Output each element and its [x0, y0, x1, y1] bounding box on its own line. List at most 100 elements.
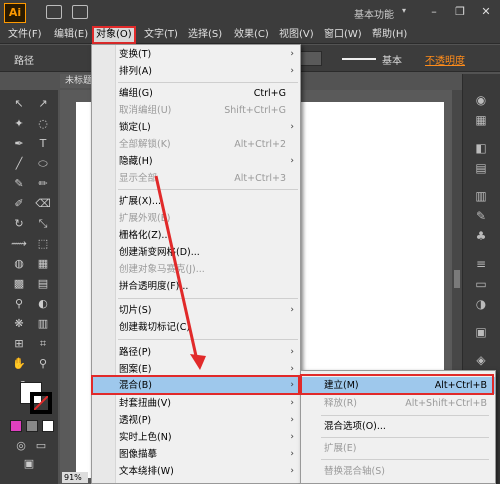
menu-item-rasterize[interactable]: 栅格化(Z)...	[92, 227, 300, 244]
menu-item-envelope-distort[interactable]: 封套扭曲(V) ›	[92, 395, 300, 412]
menu-view[interactable]: 视图(V)	[277, 26, 316, 44]
menu-item-flatten-transparency[interactable]: 拼合透明度(F)...	[92, 278, 300, 295]
rotate-tool-icon[interactable]: ↻	[10, 216, 28, 232]
zoom-level-field[interactable]: 91%	[62, 472, 88, 483]
stroke-swatch[interactable]	[30, 392, 52, 414]
draw-mode-icon[interactable]: ◎	[12, 438, 30, 454]
magic-wand-tool-icon[interactable]: ✦	[10, 116, 28, 132]
width-tool-icon[interactable]: ⟿	[10, 236, 28, 252]
menu-item-blend[interactable]: 混合(B) ›	[92, 377, 300, 394]
transparency-icon[interactable]: ◑	[471, 296, 491, 312]
color-guide-icon[interactable]: ▤	[471, 160, 491, 176]
symbols-icon[interactable]: ♣	[471, 228, 491, 244]
paintbrush-tool-icon[interactable]: ✎	[10, 176, 28, 192]
menu-item-blend-options[interactable]: 混合选项(O)...	[301, 418, 495, 435]
blob-brush-tool-icon[interactable]: ✐	[10, 196, 28, 212]
shape-builder-tool-icon[interactable]: ◍	[10, 256, 28, 272]
menu-item-slice[interactable]: 切片(S) ›	[92, 302, 300, 319]
menu-item-create-object-mosaic[interactable]: 创建对象马赛克(J)...	[92, 261, 300, 278]
opacity-link[interactable]: 不透明度	[425, 52, 465, 67]
slice-tool-icon[interactable]: ⌗	[34, 336, 52, 352]
lasso-tool-icon[interactable]: ◌	[34, 116, 52, 132]
eraser-tool-icon[interactable]: ⌫	[34, 196, 52, 212]
stroke-panel-icon[interactable]: ≡	[471, 256, 491, 272]
menu-item-create-trim-marks[interactable]: 创建裁切标记(C)	[92, 319, 300, 336]
menu-item-expand-appearance[interactable]: 扩展外观(E)	[92, 210, 300, 227]
line-tool-icon[interactable]: ╱	[10, 156, 28, 172]
blend-tool-icon[interactable]: ◐	[34, 296, 52, 312]
screen-mode-icon[interactable]: ▭	[32, 438, 50, 454]
change-screen-mode-icon[interactable]: ▣	[20, 456, 38, 472]
menu-item-create-gradient-mesh[interactable]: 创建渐变网格(D)...	[92, 244, 300, 261]
graphic-styles-icon[interactable]: ▦	[471, 112, 491, 128]
selection-tool-icon[interactable]: ↖	[10, 96, 28, 112]
scroll-thumb[interactable]	[454, 270, 460, 288]
menu-item-arrange[interactable]: 排列(A) ›	[92, 63, 300, 80]
direct-selection-tool-icon[interactable]: ↗	[34, 96, 52, 112]
ellipse-tool-icon[interactable]: ⬭	[34, 156, 52, 172]
bridge-icon[interactable]	[46, 5, 62, 19]
scale-tool-icon[interactable]: ⤡	[34, 216, 52, 232]
close-button[interactable]: ✕	[474, 3, 498, 21]
perspective-grid-tool-icon[interactable]: ▦	[34, 256, 52, 272]
menu-item-transform[interactable]: 变换(T) ›	[92, 46, 300, 63]
artboards-panel-icon[interactable]: ▣	[471, 324, 491, 340]
artboard-tool-icon[interactable]: ⊞	[10, 336, 28, 352]
gradient-mode-icon[interactable]	[26, 420, 38, 432]
mesh-tool-icon[interactable]: ▩	[10, 276, 28, 292]
menu-item-live-paint[interactable]: 实时上色(N) ›	[92, 429, 300, 446]
menu-select[interactable]: 选择(S)	[186, 26, 224, 44]
pen-tool-icon[interactable]: ✒	[10, 136, 28, 152]
arrange-documents-icon[interactable]	[72, 5, 88, 19]
menu-item-text-wrap[interactable]: 文本绕排(W) ›	[92, 463, 300, 480]
brushes-icon[interactable]: ✎	[471, 208, 491, 224]
menu-window[interactable]: 窗口(W)	[322, 26, 364, 44]
menu-item-expand[interactable]: 扩展(X)...	[92, 193, 300, 210]
layers-icon[interactable]: ◈	[471, 352, 491, 368]
menu-item-image-trace[interactable]: 图像描摹 ›	[92, 446, 300, 463]
eyedropper-tool-icon[interactable]: ⚲	[10, 296, 28, 312]
zoom-tool-icon[interactable]: ⚲	[34, 356, 52, 372]
menu-item-pattern[interactable]: 图案(E) ›	[92, 361, 300, 378]
menu-item-blend-expand[interactable]: 扩展(E)	[301, 440, 495, 457]
menu-item-hide[interactable]: 隐藏(H) ›	[92, 153, 300, 170]
menu-item-replace-spine[interactable]: 替换混合轴(S)	[301, 463, 495, 480]
free-transform-tool-icon[interactable]: ⬚	[34, 236, 52, 252]
menu-item-show-all[interactable]: 显示全部 Alt+Ctrl+3	[92, 170, 300, 187]
menu-item-lock[interactable]: 锁定(L) ›	[92, 119, 300, 136]
type-tool-icon[interactable]: T	[34, 136, 52, 152]
menu-type[interactable]: 文字(T)	[142, 26, 180, 44]
menu-item-perspective[interactable]: 透视(P) ›	[92, 412, 300, 429]
menu-separator	[321, 459, 489, 460]
gradient-panel-icon[interactable]: ▭	[471, 276, 491, 292]
menu-item-blend-make[interactable]: 建立(M) Alt+Ctrl+B	[301, 377, 495, 394]
workspace-switcher[interactable]: 基本功能	[354, 6, 394, 21]
menu-item-path[interactable]: 路径(P) ›	[92, 344, 300, 361]
menu-separator	[118, 298, 298, 299]
menu-object[interactable]: 对象(O)	[92, 26, 136, 44]
none-mode-icon[interactable]	[42, 420, 54, 432]
menu-effect[interactable]: 效果(C)	[232, 26, 271, 44]
column-graph-tool-icon[interactable]: ▥	[34, 316, 52, 332]
menu-file[interactable]: 文件(F)	[6, 26, 44, 44]
menu-item-ungroup[interactable]: 取消编组(U) Shift+Ctrl+G	[92, 102, 300, 119]
color-panel-icon[interactable]: ◧	[471, 140, 491, 156]
stroke-style-select[interactable]: 基本	[382, 52, 402, 67]
menu-item-blend-release[interactable]: 释放(R) Alt+Shift+Ctrl+B	[301, 395, 495, 412]
color-mode-icon[interactable]	[10, 420, 22, 432]
swatches-icon[interactable]: ▥	[471, 188, 491, 204]
symbol-sprayer-tool-icon[interactable]: ❋	[10, 316, 28, 332]
menu-help[interactable]: 帮助(H)	[370, 26, 409, 44]
restore-button[interactable]: ❐	[448, 3, 472, 21]
gradient-tool-icon[interactable]: ▤	[34, 276, 52, 292]
chevron-down-icon[interactable]: ▾	[402, 6, 406, 15]
minimize-button[interactable]: –	[422, 3, 446, 21]
tools-panel: ↖ ↗ ✦ ◌ ✒ T ╱ ⬭ ✎ ✏ ✐ ⌫ ↻ ⤡ ⟿ ⬚ ◍ ▦ ▩ ▤ …	[0, 90, 58, 484]
menu-item-unlock-all[interactable]: 全部解锁(K) Alt+Ctrl+2	[92, 136, 300, 153]
stroke-weight-field[interactable]	[300, 51, 322, 66]
hand-tool-icon[interactable]: ✋	[10, 356, 28, 372]
menu-edit[interactable]: 编辑(E)	[52, 26, 90, 44]
menu-item-group[interactable]: 编组(G) Ctrl+G	[92, 85, 300, 102]
pencil-tool-icon[interactable]: ✏	[34, 176, 52, 192]
appearance-icon[interactable]: ◉	[471, 92, 491, 108]
